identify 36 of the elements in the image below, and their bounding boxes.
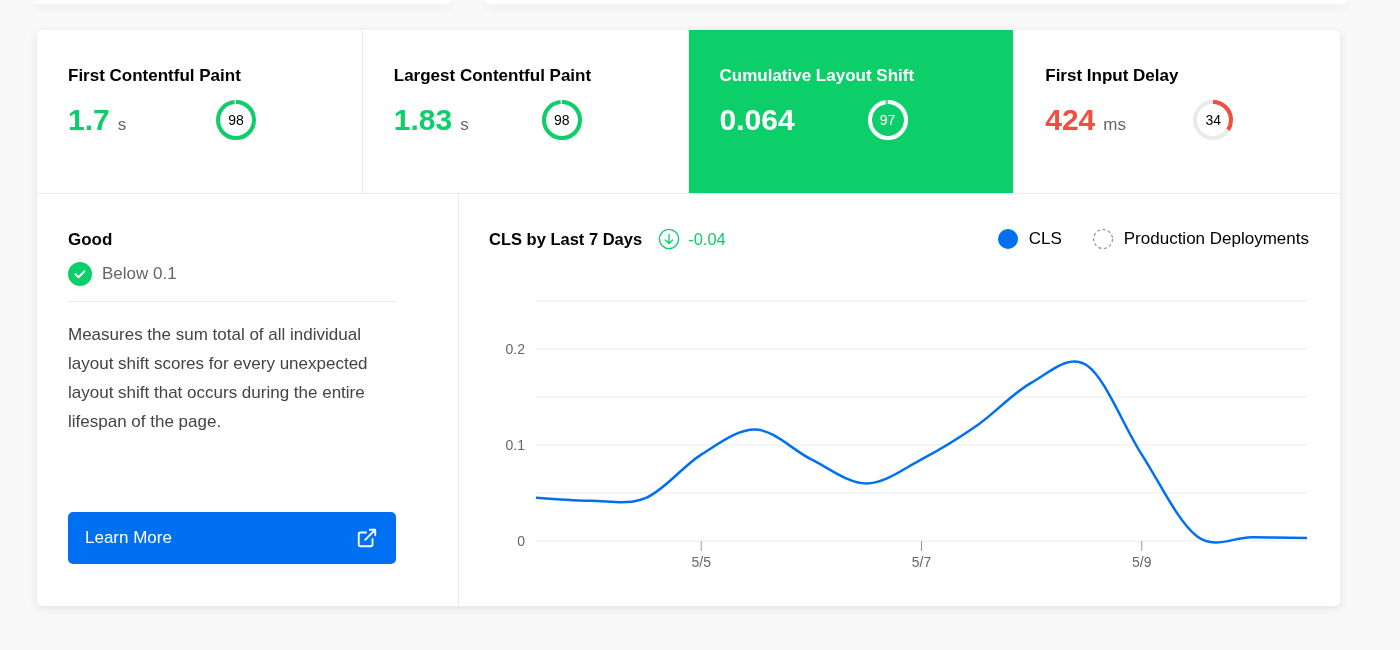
change-value: -0.04 — [688, 229, 726, 249]
legend-label: Production Deployments — [1123, 229, 1309, 249]
rating-label: Good — [68, 230, 114, 250]
description-text: Measures the sum total of all individual layout shift scores for every unexpected layout shift that occurs during the entire lifespan of the page. — [68, 324, 369, 433]
metric-title: First Contentful Paint — [68, 66, 242, 86]
external-link-icon — [356, 527, 378, 549]
metric-value: 0.064 — [719, 103, 795, 137]
metric-title: First Input Delay — [1045, 66, 1180, 86]
y-axis-label: 0 — [517, 533, 525, 549]
y-axis-label: 0.1 — [505, 437, 525, 453]
x-axis-label: 5/5 — [691, 554, 711, 570]
score-ring: 34 — [1191, 98, 1236, 142]
metric-tab[interactable]: First Contentful Paint 1.7 s 98 — [37, 30, 363, 193]
legend-label: CLS — [1028, 229, 1062, 249]
dashed-circle-icon — [1091, 228, 1114, 250]
metric-title: Cumulative Layout Shift — [719, 66, 916, 86]
metric-unit: ms — [1103, 115, 1126, 135]
check-icon — [68, 262, 92, 286]
dot-icon — [996, 228, 1019, 250]
y-axis-label: 0.2 — [505, 341, 525, 357]
x-axis-label: 5/7 — [911, 554, 932, 570]
metric-unit: s — [117, 115, 127, 135]
metric-unit: s — [460, 115, 469, 135]
score-ring: 98 — [214, 98, 258, 142]
x-axis-label: 5/9 — [1132, 554, 1152, 570]
metric-title: Largest Contentful Paint — [393, 66, 593, 86]
score-ring: 97 — [865, 98, 910, 142]
learn-more-button[interactable]: Learn More — [68, 512, 396, 564]
threshold-text: Below 0.1 — [102, 264, 177, 284]
score-ring: 98 — [539, 98, 584, 142]
metric-tab[interactable]: First Input Delay 424 ms 34 — [1014, 30, 1340, 193]
metric-value: 1.83 — [393, 103, 453, 137]
metric-value: 424 — [1045, 103, 1096, 137]
metric-tab[interactable]: Largest Contentful Paint 1.83 s 98 — [362, 30, 689, 193]
chart-title: CLS by Last 7 Days — [489, 229, 643, 249]
metric-value: 1.7 — [68, 103, 110, 137]
